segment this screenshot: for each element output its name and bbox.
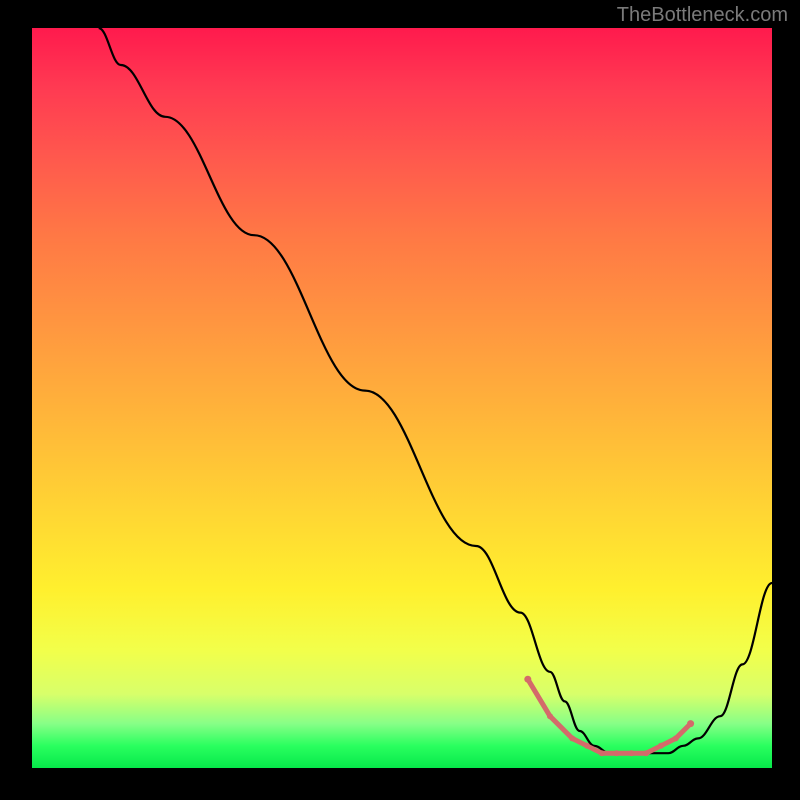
curve-marker-dot: [687, 720, 694, 727]
curve-marker-dot: [673, 735, 679, 741]
curve-marker-dot: [569, 735, 575, 741]
attribution-label: TheBottleneck.com: [617, 4, 788, 27]
curve-marker-dot: [524, 676, 531, 683]
curve-marker-dot: [599, 750, 605, 756]
bottleneck-curve: [32, 28, 772, 768]
chart-plot-area: [32, 28, 772, 768]
curve-marker-dot: [614, 750, 620, 756]
curve-marker-dot: [628, 750, 634, 756]
curve-marker-segment: [550, 716, 572, 738]
curve-marker-dot: [584, 743, 590, 749]
curve-marker-dot: [643, 750, 649, 756]
curve-marker-dot: [658, 743, 664, 749]
curve-marker-dot: [547, 713, 553, 719]
curve-marker-segment: [528, 679, 550, 716]
